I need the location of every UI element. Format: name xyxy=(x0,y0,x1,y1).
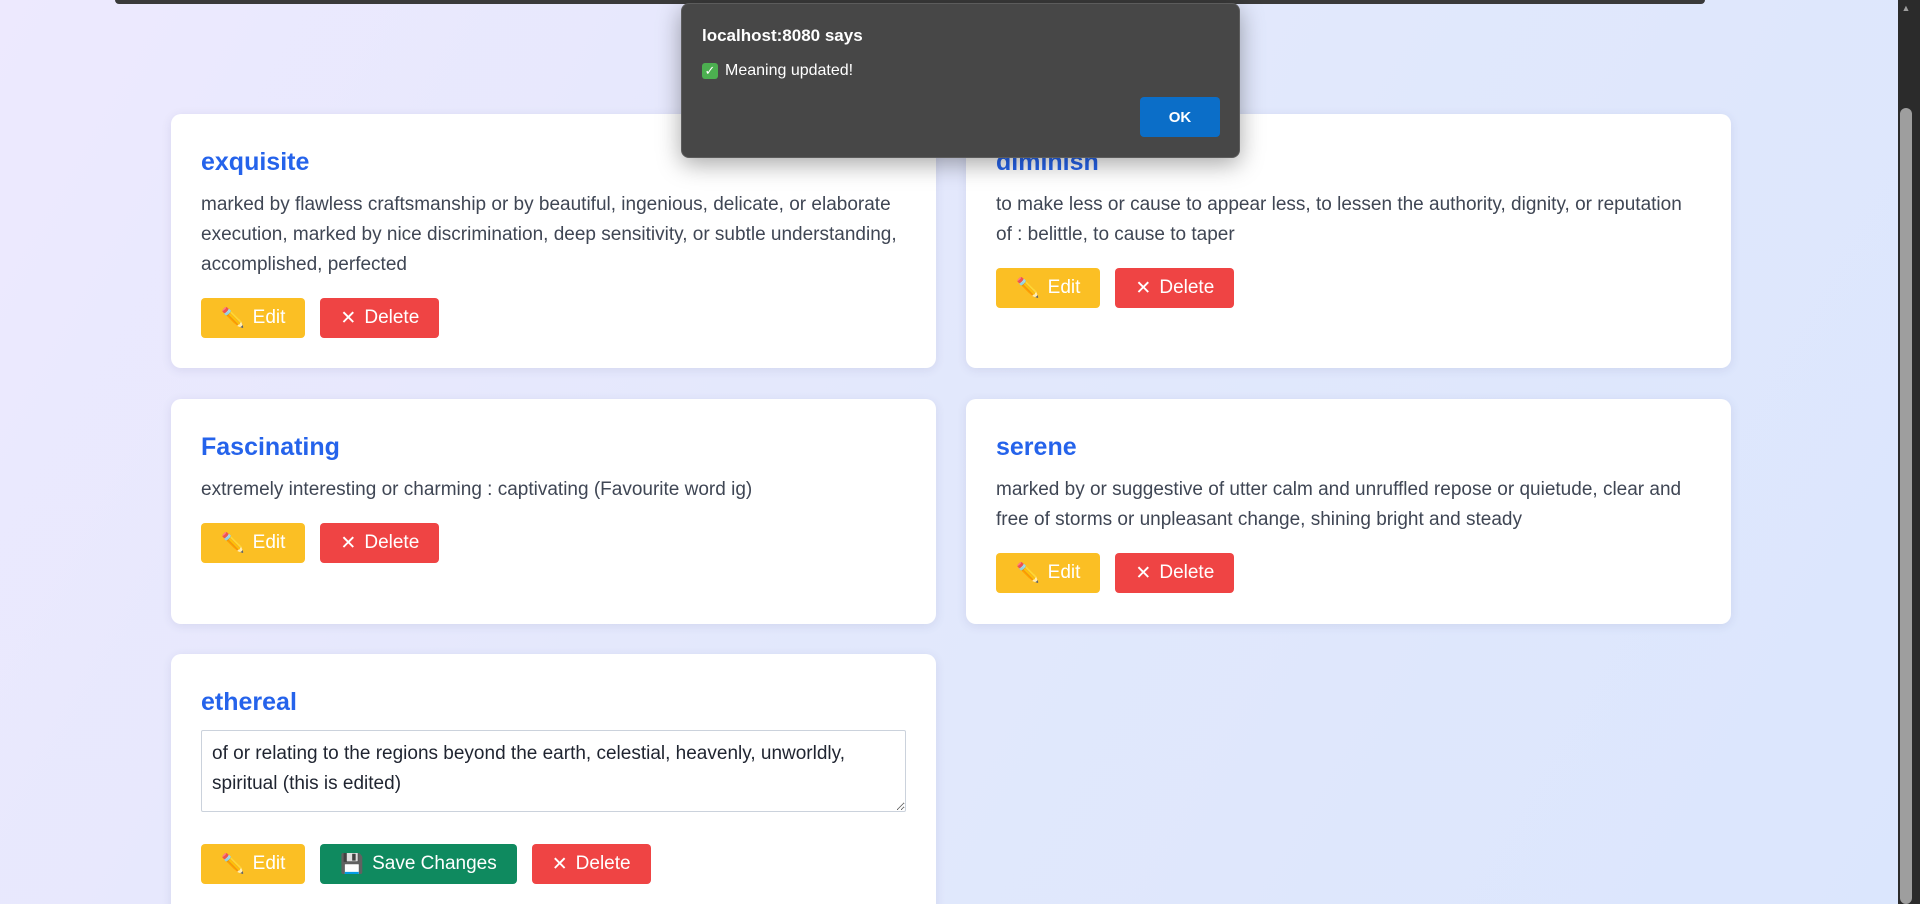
edit-button-label: Edit xyxy=(252,532,286,553)
dialog-ok-button[interactable]: OK xyxy=(1140,97,1220,137)
meaning-edit-textarea[interactable]: of or relating to the regions beyond the… xyxy=(201,730,906,812)
delete-button-label: Delete xyxy=(1159,277,1215,298)
delete-button-label: Delete xyxy=(575,853,631,874)
delete-button-label: Delete xyxy=(364,307,420,328)
edit-button[interactable]: ✏️ Edit xyxy=(201,844,306,884)
cross-icon: ✕ xyxy=(1135,277,1152,299)
cross-icon: ✕ xyxy=(551,853,568,875)
cross-icon: ✕ xyxy=(340,532,357,554)
delete-button[interactable]: ✕ Delete xyxy=(1115,268,1235,308)
floppy-disk-icon: 💾 xyxy=(340,853,365,875)
pencil-icon: ✏️ xyxy=(1016,562,1040,584)
delete-button[interactable]: ✕ Delete xyxy=(320,298,440,338)
edit-button[interactable]: ✏️ Edit xyxy=(996,553,1101,593)
delete-button[interactable]: ✕ Delete xyxy=(531,844,651,884)
pencil-icon: ✏️ xyxy=(1016,277,1040,299)
edit-button[interactable]: ✏️ Edit xyxy=(201,523,306,563)
edit-button[interactable]: ✏️ Edit xyxy=(201,298,306,338)
scrollbar-thumb[interactable] xyxy=(1900,108,1912,904)
pencil-icon: ✏️ xyxy=(221,532,245,554)
dialog-message-row: ✓ Meaning updated! xyxy=(702,62,1219,80)
word-title: Fascinating xyxy=(201,433,340,461)
delete-button-label: Delete xyxy=(364,532,420,553)
save-button-label: Save Changes xyxy=(372,853,497,874)
edit-button-label: Edit xyxy=(1047,562,1081,583)
edit-button-label: Edit xyxy=(1047,277,1081,298)
alert-dialog: localhost:8080 says ✓ Meaning updated! O… xyxy=(681,3,1240,158)
card-actions: ✏️ Edit 💾 Save Changes ✕ Delete xyxy=(201,844,906,884)
cross-icon: ✕ xyxy=(1135,562,1152,584)
dialog-message: Meaning updated! xyxy=(725,62,854,79)
delete-button[interactable]: ✕ Delete xyxy=(1115,553,1235,593)
word-card-fascinating: Fascinating extremely interesting or cha… xyxy=(171,399,936,624)
card-actions: ✏️ Edit ✕ Delete xyxy=(201,298,906,338)
scroll-up-arrow-icon[interactable]: ▲ xyxy=(1900,2,1912,14)
word-meaning: extremely interesting or charming : capt… xyxy=(201,479,753,500)
pencil-icon: ✏️ xyxy=(221,307,245,329)
delete-button-label: Delete xyxy=(1159,562,1215,583)
word-meaning: marked by or suggestive of utter calm an… xyxy=(996,479,1682,530)
cross-icon: ✕ xyxy=(340,307,357,329)
pencil-icon: ✏️ xyxy=(221,853,245,875)
card-actions: ✏️ Edit ✕ Delete xyxy=(996,268,1701,308)
delete-button[interactable]: ✕ Delete xyxy=(320,523,440,563)
dialog-title: localhost:8080 says xyxy=(702,26,863,45)
word-meaning: to make less or cause to appear less, to… xyxy=(996,194,1682,245)
edit-button-label: Edit xyxy=(252,853,286,874)
edit-button[interactable]: ✏️ Edit xyxy=(996,268,1101,308)
word-meaning: marked by flawless craftsmanship or by b… xyxy=(201,194,897,275)
save-changes-button[interactable]: 💾 Save Changes xyxy=(320,844,517,884)
word-card-ethereal: ethereal of or relating to the regions b… xyxy=(171,654,936,904)
edit-button-label: Edit xyxy=(252,307,286,328)
word-title: serene xyxy=(996,433,1077,461)
card-actions: ✏️ Edit ✕ Delete xyxy=(996,553,1701,593)
word-title: ethereal xyxy=(201,688,297,716)
word-card-serene: serene marked by or suggestive of utter … xyxy=(966,399,1731,624)
checkmark-icon: ✓ xyxy=(702,63,718,79)
card-actions: ✏️ Edit ✕ Delete xyxy=(201,523,906,563)
